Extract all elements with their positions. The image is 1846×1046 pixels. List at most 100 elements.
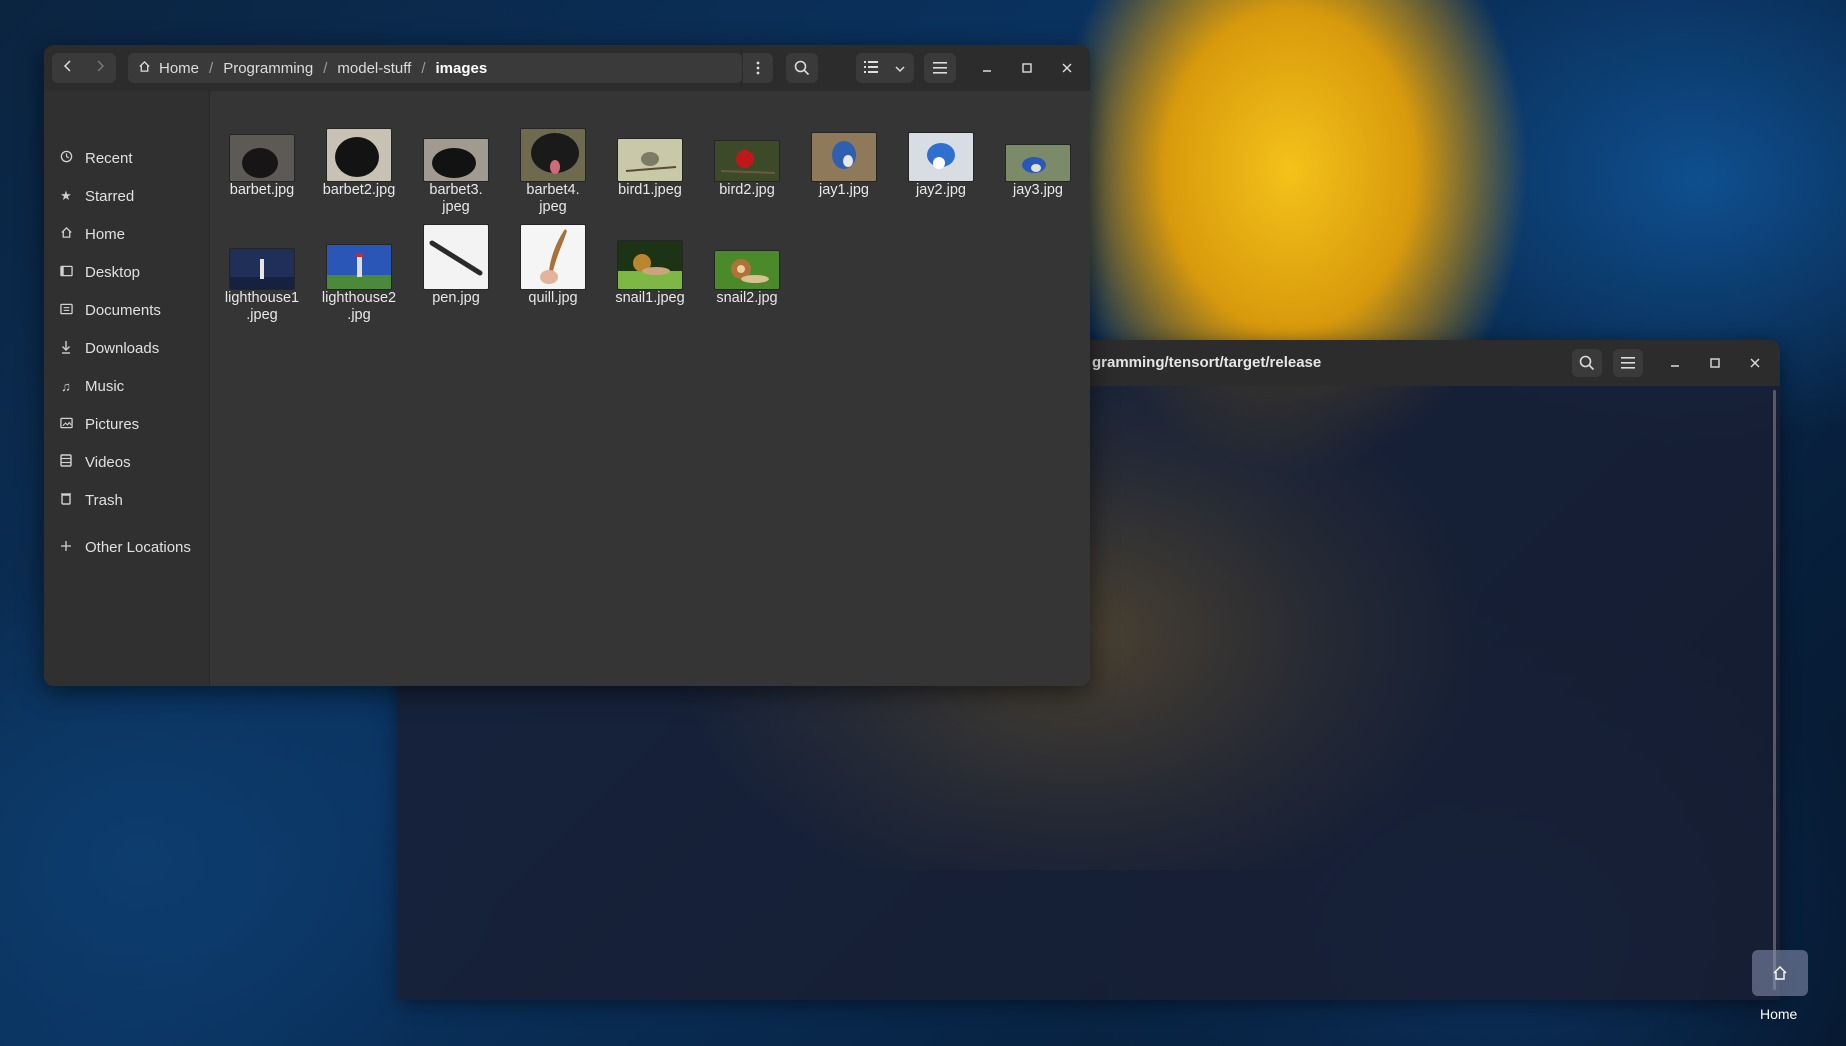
thumbnail-image (715, 251, 779, 289)
terminal-minimize-button[interactable] (1660, 349, 1690, 377)
sidebar-item-home[interactable]: Home (44, 219, 209, 249)
file-name: jay1.jpg (819, 182, 869, 198)
breadcrumb-separator: / (209, 59, 214, 77)
maximize-icon (1710, 358, 1720, 368)
sidebar-item-documents[interactable]: Documents (44, 295, 209, 325)
desktop-icon (58, 265, 74, 280)
file-item[interactable]: jay1.jpg (796, 91, 892, 199)
music-icon: ♫ (61, 378, 71, 394)
dock-home-label: Home (1760, 1006, 1798, 1022)
sidebar-item-desktop[interactable]: Desktop (44, 257, 209, 287)
file-name: bird2.jpg (719, 182, 775, 198)
thumbnail-image (521, 225, 585, 289)
file-item[interactable]: quill.jpg (505, 199, 601, 307)
sidebar-item-label: Starred (85, 187, 135, 205)
places-sidebar: Recent ★ Starred Home Desktop Documents (44, 91, 210, 686)
terminal-close-button[interactable] (1740, 349, 1770, 377)
breadcrumb-programming[interactable]: Programming (219, 60, 317, 77)
main-menu-button[interactable] (924, 53, 956, 83)
clock-icon (58, 150, 74, 166)
sidebar-item-music[interactable]: ♫ Music (44, 371, 209, 401)
sidebar-item-label: Music (85, 377, 125, 395)
breadcrumb: Home / Programming / model-stuff / image… (128, 53, 742, 83)
file-item[interactable]: bird2.jpg (699, 91, 795, 199)
file-name: bird1.jpeg (618, 182, 682, 198)
video-icon (58, 454, 74, 470)
file-item[interactable]: barbet2.jpg (311, 91, 407, 199)
file-grid: barbet.jpg barbet2.jpg barbet3. jpeg bar… (210, 91, 1090, 686)
sidebar-item-starred[interactable]: ★ Starred (44, 181, 209, 211)
search-icon (794, 60, 810, 76)
thumbnail-image (618, 139, 682, 181)
list-view-button[interactable] (856, 60, 886, 77)
file-item[interactable]: barbet.jpg (214, 91, 310, 199)
location-menu-button[interactable] (742, 53, 773, 83)
terminal-search-button[interactable] (1572, 349, 1602, 377)
minimize-button[interactable] (974, 55, 1000, 81)
thumbnail-image (230, 135, 294, 181)
chevron-down-icon (895, 65, 905, 72)
dock-home-icon[interactable] (1752, 950, 1808, 996)
terminal-scrollbar[interactable] (1773, 390, 1776, 990)
file-item[interactable]: jay3.jpg (990, 91, 1086, 199)
thumbnail-image (909, 133, 973, 181)
forward-button[interactable] (84, 59, 116, 77)
file-name: barbet.jpg (229, 182, 295, 198)
sidebar-item-label: Downloads (85, 339, 160, 357)
file-name: snail2.jpg (716, 290, 778, 306)
sidebar-item-other-locations[interactable]: Other Locations (44, 532, 209, 562)
file-item[interactable]: pen.jpg (408, 199, 504, 307)
breadcrumb-home[interactable]: Home (155, 60, 203, 77)
file-item[interactable]: snail1.jpeg (602, 199, 698, 307)
thumbnail-image (230, 249, 294, 289)
sidebar-item-label: Trash (85, 491, 123, 509)
minimize-icon (983, 70, 991, 72)
hamburger-icon (1621, 357, 1635, 369)
file-item[interactable]: snail2.jpg (699, 199, 795, 307)
thumbnail-image (521, 129, 585, 181)
file-item[interactable]: jay2.jpg (893, 91, 989, 199)
maximize-button[interactable] (1014, 55, 1040, 81)
sidebar-item-videos[interactable]: Videos (44, 447, 209, 477)
file-name: snail1.jpeg (615, 290, 685, 306)
sidebar-item-recent[interactable]: Recent (44, 143, 209, 173)
file-name: jay2.jpg (916, 182, 966, 198)
file-manager-window[interactable]: Home / Programming / model-stuff / image… (44, 45, 1090, 686)
sidebar-item-trash[interactable]: Trash (44, 485, 209, 515)
maximize-icon (1022, 63, 1032, 73)
file-item[interactable]: lighthouse2 .jpg (311, 199, 407, 324)
file-name: barbet2.jpg (322, 182, 396, 198)
file-item[interactable]: lighthouse1 .jpeg (214, 199, 310, 324)
nav-buttons (52, 53, 116, 83)
file-manager-headerbar[interactable]: Home / Programming / model-stuff / image… (44, 45, 1090, 91)
search-icon (1579, 355, 1595, 371)
terminal-menu-button[interactable] (1613, 349, 1643, 377)
trash-icon (58, 492, 74, 508)
file-item[interactable]: barbet3. jpeg (408, 91, 504, 216)
home-icon (58, 226, 74, 242)
view-toggle-group (856, 53, 914, 83)
breadcrumb-separator: / (421, 59, 426, 77)
thumbnail-image (327, 245, 391, 289)
back-button[interactable] (52, 59, 84, 77)
hamburger-icon (933, 62, 947, 74)
breadcrumb-images[interactable]: images (432, 60, 492, 77)
sidebar-item-label: Documents (85, 301, 161, 319)
terminal-maximize-button[interactable] (1700, 349, 1730, 377)
file-name: lighthouse1 .jpeg (224, 290, 300, 323)
sidebar-item-downloads[interactable]: Downloads (44, 333, 209, 363)
thumbnail-image (424, 139, 488, 181)
file-name: lighthouse2 .jpg (321, 290, 397, 323)
sidebar-item-label: Recent (85, 149, 133, 167)
breadcrumb-model-stuff[interactable]: model-stuff (333, 60, 415, 77)
close-button[interactable] (1054, 55, 1080, 81)
vertical-dots-icon (756, 61, 760, 75)
sidebar-item-label: Videos (85, 453, 131, 471)
sidebar-item-pictures[interactable]: Pictures (44, 409, 209, 439)
view-options-button[interactable] (886, 60, 914, 77)
file-item[interactable]: bird1.jpeg (602, 91, 698, 199)
sidebar-item-label: Desktop (85, 263, 141, 281)
file-item[interactable]: barbet4. jpeg (505, 91, 601, 216)
thumbnail-image (812, 133, 876, 181)
search-button[interactable] (786, 53, 818, 83)
